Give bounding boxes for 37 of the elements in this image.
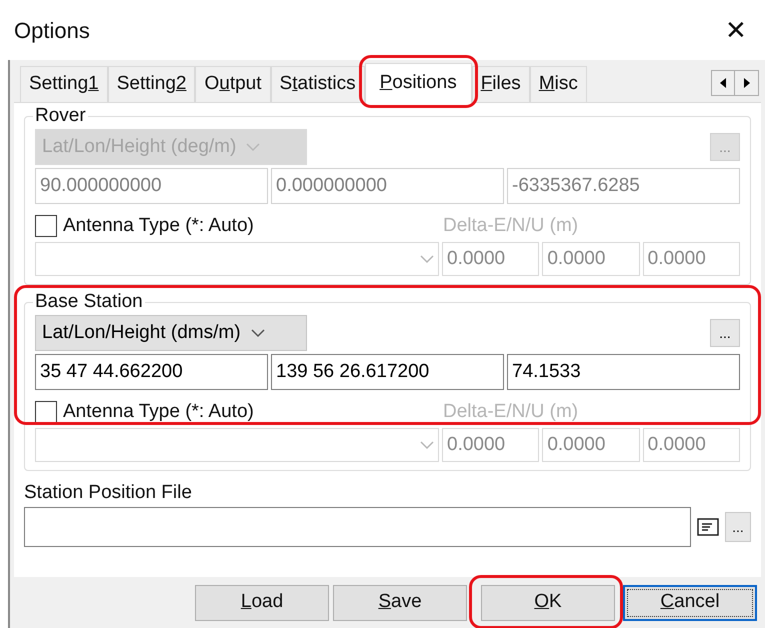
checkbox[interactable] (35, 401, 57, 423)
tab[interactable]: Misc (530, 66, 587, 102)
browse-button[interactable]: ... (725, 512, 751, 542)
close-button[interactable]: ✕ (721, 15, 751, 45)
group-title: Base Station (34, 291, 144, 313)
triangle-right-icon (744, 78, 750, 88)
chevron-down-icon (420, 440, 434, 450)
tab[interactable]: Output (195, 66, 271, 102)
scroll-left-button[interactable] (711, 70, 735, 96)
scroll-right-button[interactable] (735, 70, 759, 96)
chevron-down-icon (246, 142, 260, 152)
tab[interactable]: Files (472, 66, 530, 102)
coordinate-field[interactable]: 74.1533 (507, 354, 740, 390)
format-dropdown[interactable]: Lat/Lon/Height (dms/m) (35, 315, 307, 351)
window-title: Options (14, 16, 90, 45)
browse-button[interactable]: ... (710, 319, 740, 347)
coordinate-field[interactable]: 139 56 26.617200 (271, 354, 504, 390)
delta-label: Delta-E/N/U (m) (443, 214, 578, 238)
chevron-down-icon (420, 254, 434, 264)
tab[interactable]: Statistics (270, 66, 365, 102)
coordinate-field[interactable]: 35 47 44.662200 (35, 354, 268, 390)
dialog-button[interactable]: OK (481, 584, 615, 620)
checkbox-label: Antenna Type (*: Auto) (63, 400, 254, 424)
group-title: Rover (34, 105, 87, 127)
dialog-button[interactable]: Load (195, 584, 329, 620)
delta-label: Delta-E/N/U (m) (443, 400, 578, 424)
tab[interactable]: Setting1 (20, 66, 108, 102)
triangle-left-icon (720, 78, 726, 88)
document-icon (697, 518, 719, 536)
dialog-button[interactable]: Save (333, 584, 467, 620)
chevron-down-icon (250, 328, 265, 338)
checkbox-label: Antenna Type (*: Auto) (63, 214, 254, 238)
tab[interactable]: Positions (364, 63, 472, 103)
field-label: Station Position File (24, 481, 193, 505)
dialog-button[interactable]: Cancel (623, 584, 757, 620)
file-path-field[interactable] (24, 507, 691, 547)
tab[interactable]: Setting2 (108, 66, 196, 102)
